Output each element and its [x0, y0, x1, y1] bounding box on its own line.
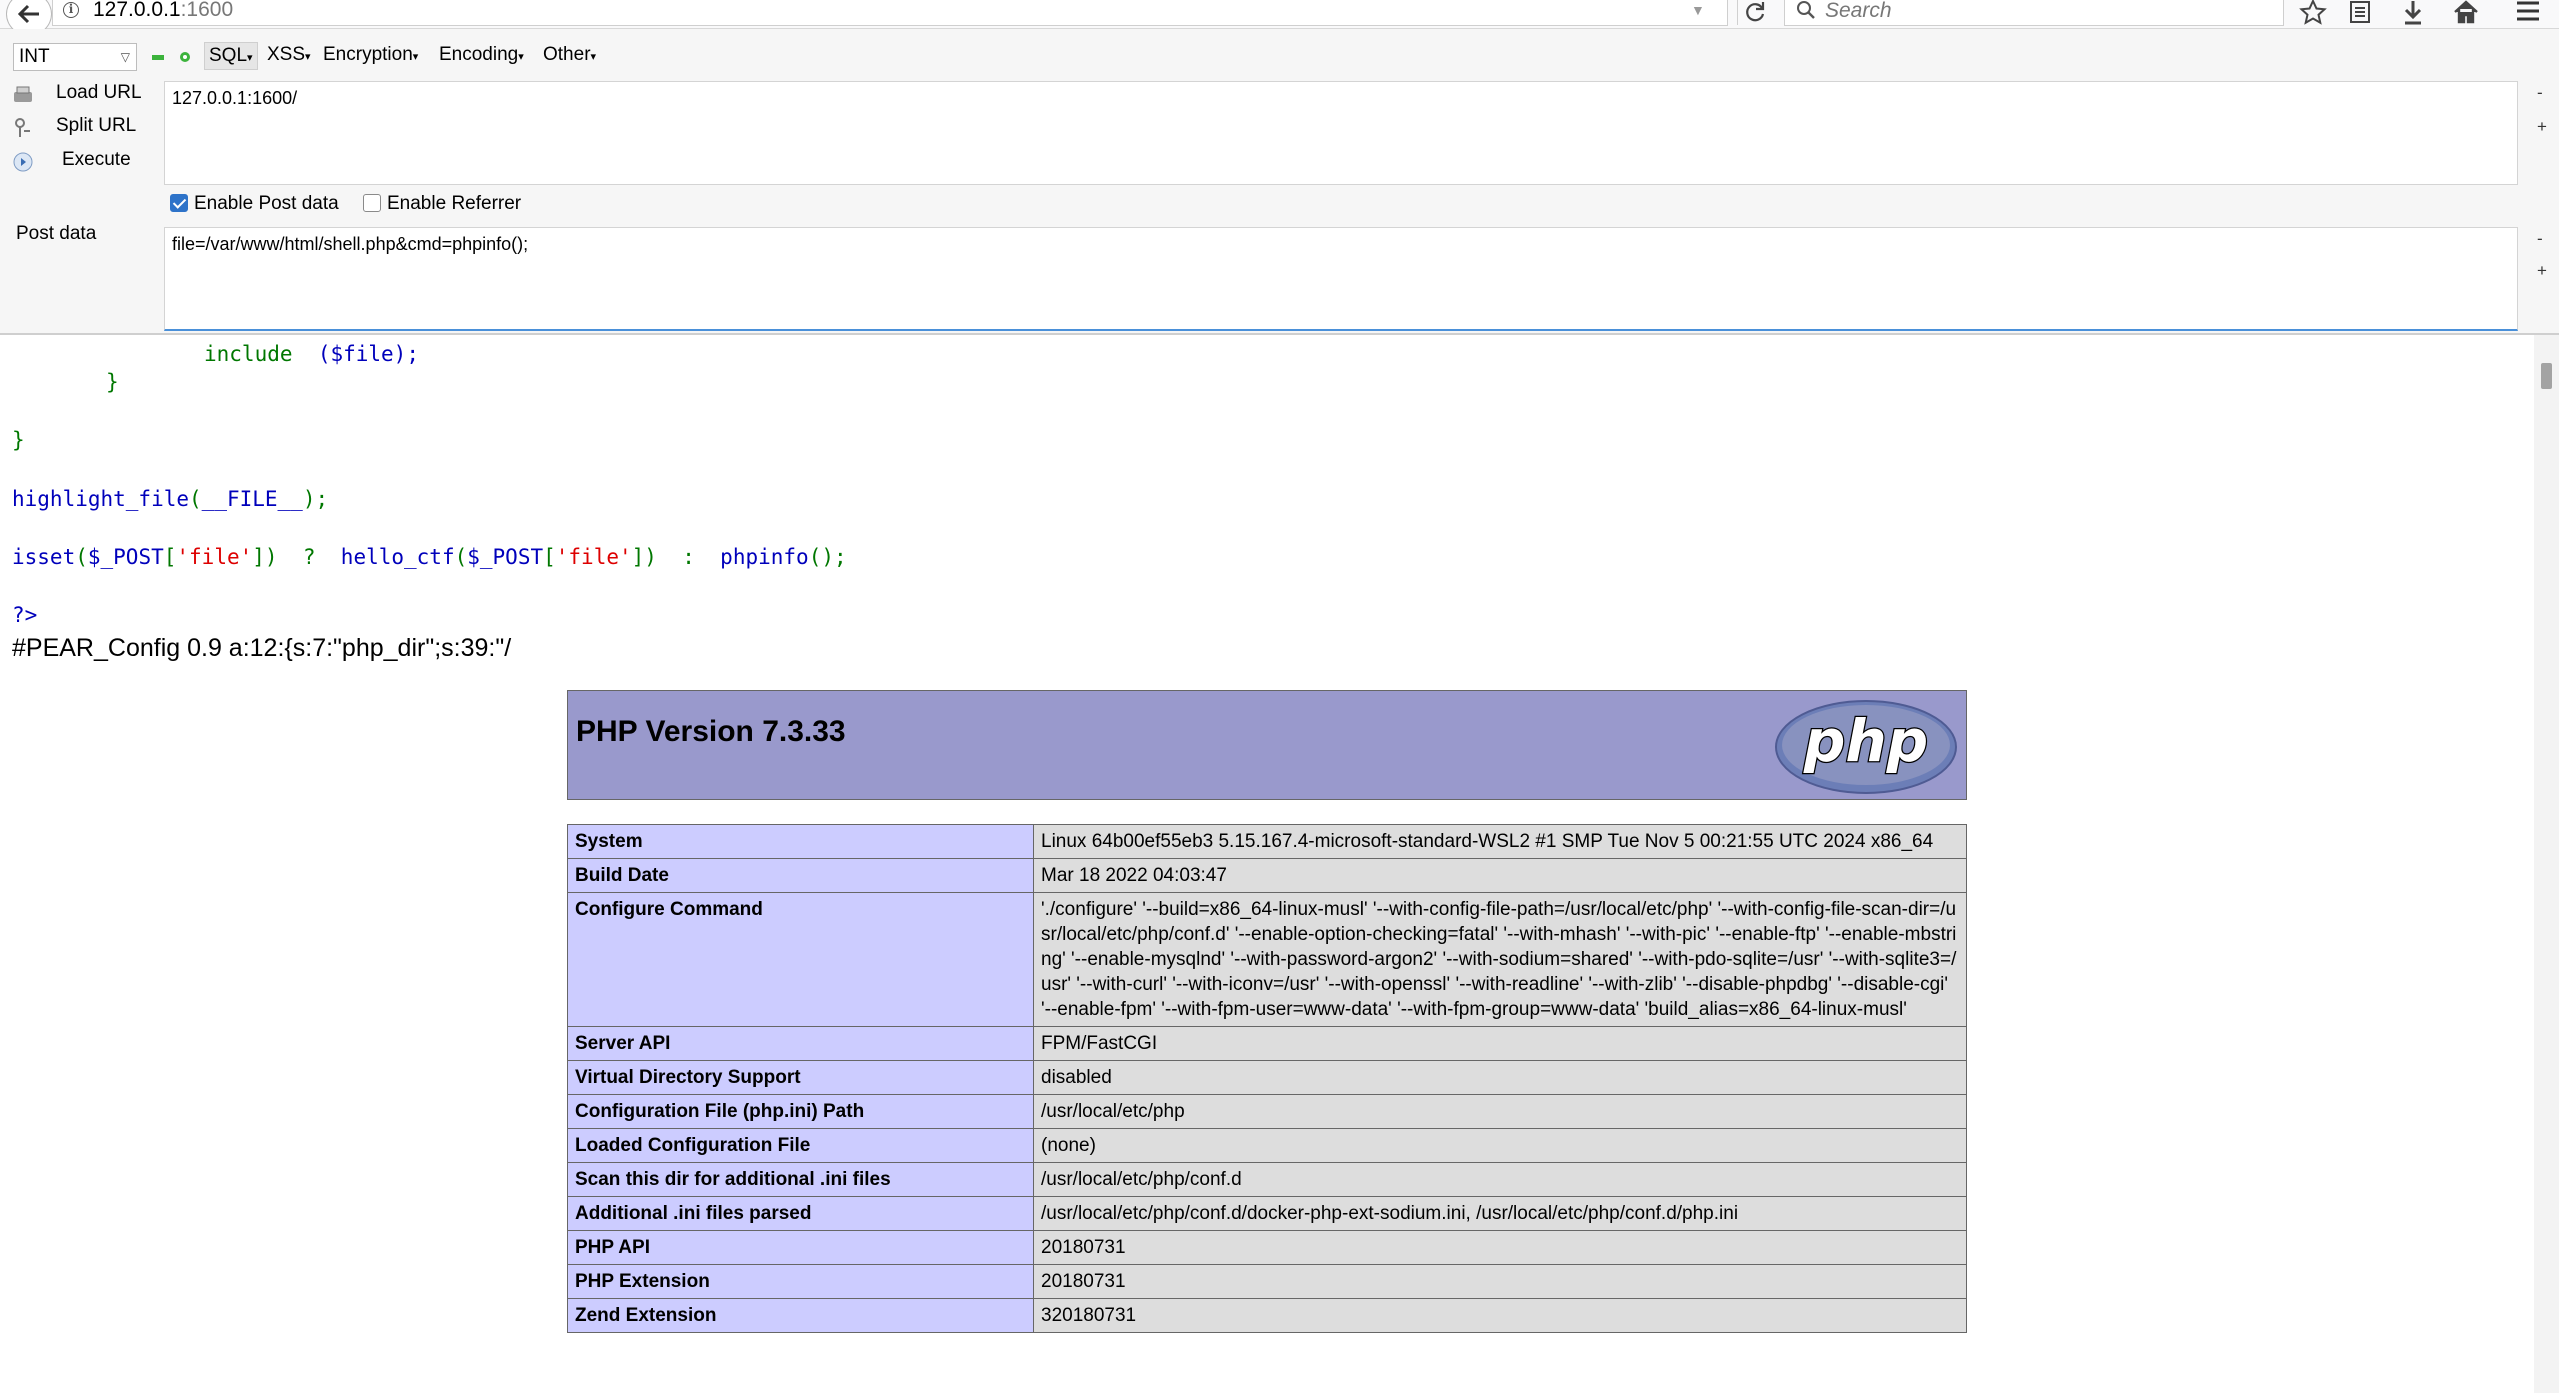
- phpinfo-key: PHP API: [567, 1230, 1034, 1265]
- post-shrink-button[interactable]: -: [2537, 229, 2543, 249]
- phpinfo-value: FPM/FastCGI: [1033, 1026, 1967, 1061]
- post-data-label: Post data: [16, 223, 97, 244]
- url-dropdown-icon[interactable]: ▼: [1691, 2, 1705, 18]
- phpinfo-value: Linux 64b00ef55eb3 5.15.167.4-microsoft-…: [1033, 824, 1967, 859]
- scrollbar-thumb[interactable]: [2541, 363, 2552, 389]
- phpinfo-header-wrap: PHP Version 7.3.33 php: [567, 690, 1967, 800]
- phpinfo-row: Configuration File (php.ini) Path/usr/lo…: [567, 1094, 1967, 1129]
- phpinfo-header: PHP Version 7.3.33 php: [567, 690, 1967, 800]
- phpinfo-row: Loaded Configuration File (none): [567, 1128, 1967, 1163]
- menu-other[interactable]: Other▾: [539, 42, 600, 68]
- enable-referrer-checkbox[interactable]: Enable Referrer: [363, 193, 521, 215]
- phpinfo-key: Configure Command: [567, 892, 1034, 1027]
- phpinfo-row: Zend Extension 320180731: [567, 1298, 1967, 1333]
- status-dots-icon: [152, 52, 190, 62]
- php-logo-text: php: [1803, 707, 1928, 775]
- url-text: 127.0.0.1:1600: [93, 0, 234, 21]
- menu-encryption[interactable]: Encryption▾: [319, 42, 422, 68]
- url-textarea[interactable]: 127.0.0.1:1600/: [164, 81, 2518, 185]
- checkbox-checked-icon: [170, 194, 188, 212]
- menu-hamburger-icon[interactable]: [2513, 0, 2543, 26]
- phpinfo-row: PHP API 20180731: [567, 1230, 1967, 1265]
- phpinfo-key: Loaded Configuration File: [567, 1128, 1034, 1163]
- menu-xss[interactable]: XSS▾: [263, 42, 315, 68]
- phpinfo-value: /usr/local/etc/php: [1033, 1094, 1967, 1129]
- load-url-icon: [14, 86, 32, 102]
- phpinfo-key: Virtual Directory Support: [567, 1060, 1034, 1095]
- menu-encoding[interactable]: Encoding▾: [435, 42, 528, 68]
- source-close-tag: ?>: [12, 603, 38, 627]
- source-brace-inner: }: [106, 370, 119, 394]
- post-expand-button[interactable]: +: [2537, 261, 2547, 281]
- source-line-include: include ($file);: [204, 342, 419, 366]
- phpinfo-value: /usr/local/etc/php/conf.d/docker-php-ext…: [1033, 1196, 1967, 1231]
- enable-post-checkbox[interactable]: Enable Post data: [170, 193, 339, 215]
- source-line-highlight: highlight_file(__FILE__);: [12, 487, 329, 511]
- phpinfo-value: /usr/local/etc/php/conf.d: [1033, 1162, 1967, 1197]
- phpinfo-row: Additional .ini files parsed/usr/local/e…: [567, 1196, 1967, 1231]
- reload-icon: [1746, 2, 1765, 22]
- phpinfo-row: Configure Command './configure' '--build=…: [567, 892, 1967, 1027]
- phpinfo-key: Build Date: [567, 858, 1034, 893]
- browser-toolbar: i 127.0.0.1:1600 ▼ Search: [0, 0, 2559, 36]
- phpinfo-value: (none): [1033, 1128, 1967, 1163]
- split-url-icon: [15, 118, 30, 137]
- phpinfo-value: disabled: [1033, 1060, 1967, 1095]
- execute-play-icon: [13, 152, 33, 172]
- php-version-title: PHP Version 7.3.33: [576, 715, 846, 748]
- download-icon[interactable]: [2398, 0, 2428, 26]
- type-select[interactable]: INT ▽: [13, 43, 137, 71]
- page-scrollbar[interactable]: [2534, 335, 2559, 1393]
- phpinfo-value: './configure' '--build=x86_64-linux-musl…: [1033, 892, 1967, 1027]
- url-field[interactable]: i 127.0.0.1:1600 ▼: [52, 0, 1765, 26]
- hackbar-panel: INT ▽ SQL▾ XSS▾ Encryption▾ Encoding▾ Oth…: [0, 29, 2559, 335]
- search-input[interactable]: Search: [1784, 0, 2284, 26]
- phpinfo-value: Mar 18 2022 04:03:47: [1033, 858, 1967, 893]
- pear-config-text: #PEAR_Config 0.9 a:12:{s:7:"php_dir";s:3…: [12, 634, 512, 662]
- bookmark-star-icon[interactable]: [2298, 0, 2328, 26]
- php-logo-icon[interactable]: php: [1774, 699, 1958, 795]
- phpinfo-key: Server API: [567, 1026, 1034, 1061]
- url-shrink-button[interactable]: -: [2537, 83, 2543, 103]
- phpinfo-key: Zend Extension: [567, 1298, 1034, 1333]
- source-brace-outer: }: [12, 428, 25, 452]
- phpinfo-key: Additional .ini files parsed: [567, 1196, 1034, 1231]
- info-icon[interactable]: i: [63, 2, 79, 18]
- phpinfo-row: Virtual Directory Support disabled: [567, 1060, 1967, 1095]
- phpinfo-row: Build Date Mar 18 2022 04:03:47: [567, 858, 1967, 893]
- search-icon: [1797, 1, 1815, 19]
- reload-button[interactable]: [1737, 0, 1774, 25]
- phpinfo-key: System: [567, 824, 1034, 859]
- reading-list-icon[interactable]: [2345, 0, 2375, 26]
- phpinfo-row: PHP Extension 20180731: [567, 1264, 1967, 1299]
- phpinfo-table: System Linux 64b00ef55eb3 5.15.167.4-micr…: [567, 824, 1967, 1333]
- phpinfo-row: Server API FPM/FastCGI: [567, 1026, 1967, 1061]
- phpinfo-value: 20180731: [1033, 1230, 1967, 1265]
- source-line-isset: isset($_POST['file']) ? hello_ctf($_POST…: [12, 545, 847, 569]
- search-placeholder: Search: [1825, 0, 1892, 22]
- phpinfo-row: Scan this dir for additional .ini files /…: [567, 1162, 1967, 1197]
- phpinfo-value: 20180731: [1033, 1264, 1967, 1299]
- phpinfo-value: 320180731: [1033, 1298, 1967, 1333]
- checkbox-unchecked-icon: [363, 194, 381, 212]
- menu-sql[interactable]: SQL▾: [204, 42, 258, 70]
- post-data-textarea[interactable]: file=/var/www/html/shell.php&cmd=phpinfo…: [164, 227, 2518, 331]
- home-icon[interactable]: [2451, 0, 2481, 26]
- back-arrow-icon: [17, 4, 39, 24]
- phpinfo-key: Scan this dir for additional .ini files: [567, 1162, 1034, 1197]
- url-expand-button[interactable]: +: [2537, 117, 2547, 137]
- phpinfo-key: Configuration File (php.ini) Path: [567, 1094, 1034, 1129]
- chevron-down-icon: ▽: [120, 50, 130, 64]
- phpinfo-key: PHP Extension: [567, 1264, 1034, 1299]
- phpinfo-row: System Linux 64b00ef55eb3 5.15.167.4-micr…: [567, 824, 1967, 859]
